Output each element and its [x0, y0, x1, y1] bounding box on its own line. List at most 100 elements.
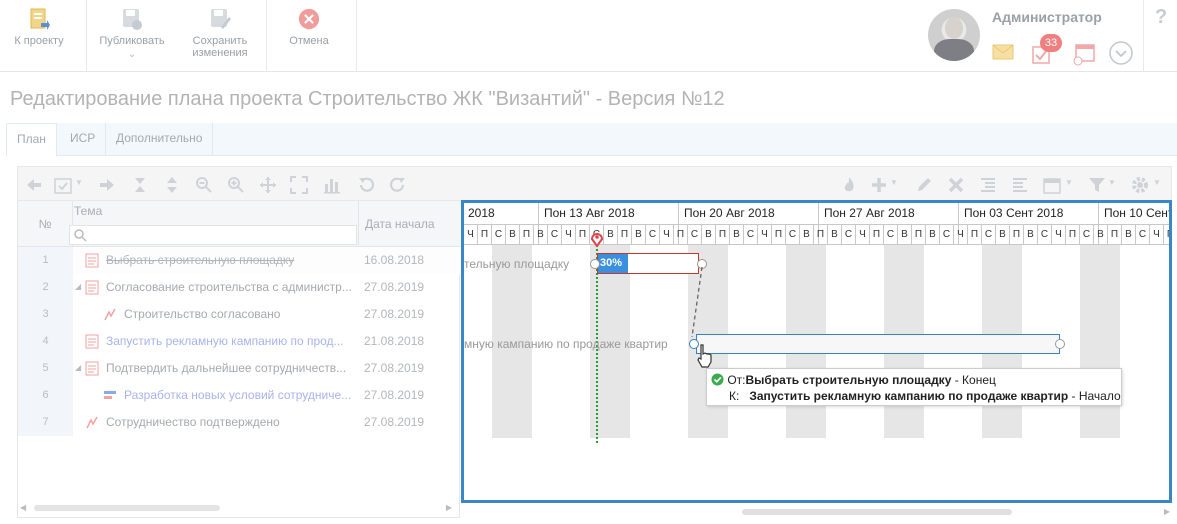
publish-button[interactable]: Публиковать ⌄: [92, 0, 172, 72]
day-header-cell: В: [926, 224, 940, 245]
collapse-icon[interactable]: [131, 176, 149, 194]
row-number: 3: [18, 301, 73, 328]
save-changes-label-2: изменения: [192, 47, 248, 59]
scroll-right-icon[interactable]: ▶: [1164, 507, 1170, 516]
zoom-out-icon[interactable]: [195, 176, 213, 194]
collapse-arrow-icon[interactable]: ◢: [75, 363, 81, 372]
week-header-label: Пон 10 Сент: [1104, 206, 1172, 220]
task-name[interactable]: Согласование строительства с администр..…: [106, 274, 356, 301]
task-name[interactable]: Разработка новых условий сотрудниче...: [124, 382, 356, 409]
task-name[interactable]: Сотрудничество подтверждено: [106, 409, 356, 436]
column-start-date-header[interactable]: Дата начала: [358, 201, 461, 247]
day-header-cell: П: [1010, 224, 1024, 245]
expand-icon[interactable]: [163, 176, 181, 194]
calendar-check-icon[interactable]: [54, 176, 72, 194]
save-changes-label-1: Сохранить: [192, 35, 248, 47]
topic-search-input[interactable]: [69, 225, 357, 245]
dropdown-arrow-icon[interactable]: ▼: [890, 178, 898, 187]
undo-icon[interactable]: [357, 176, 375, 194]
table-row[interactable]: 4 Запустить рекламную кампанию по прод..…: [18, 328, 461, 355]
summary-task-icon: [85, 280, 99, 295]
day-header-cell: В: [996, 224, 1010, 245]
row-number: 7: [18, 409, 73, 436]
arrow-left-icon[interactable]: [25, 176, 43, 194]
table-row[interactable]: 3 Строительство согласовано 27.08.2019: [18, 301, 461, 328]
link-handle-start[interactable]: [590, 259, 600, 269]
zoom-in-icon[interactable]: [227, 176, 245, 194]
outdent-icon[interactable]: [1011, 176, 1029, 194]
day-header-cell: Ч: [562, 224, 576, 245]
day-header-cell: В: [1094, 224, 1108, 245]
collapse-arrow-icon[interactable]: ◢: [75, 282, 81, 291]
tab-isr[interactable]: ИСР: [60, 123, 107, 156]
notification-badge: 33: [1040, 34, 1062, 52]
toolbar-divider: [1143, 0, 1144, 72]
table-row[interactable]: 6 Разработка новых условий сотрудниче...…: [18, 382, 461, 409]
grid-horizontal-scrollbar[interactable]: ◀ ▶: [20, 503, 452, 513]
mail-icon[interactable]: [992, 44, 1014, 60]
cancel-button[interactable]: Отмена: [276, 0, 342, 72]
save-changes-button[interactable]: Сохранить изменения: [180, 0, 260, 72]
fit-screen-icon[interactable]: [290, 176, 308, 194]
avatar[interactable]: [928, 9, 980, 61]
search-icon: [74, 229, 87, 242]
tab-plan[interactable]: План: [6, 123, 57, 157]
task-bar-2[interactable]: [696, 334, 1060, 354]
table-row[interactable]: 5 ◢ Подтвердить дальнейшее сотрудничеств…: [18, 355, 461, 382]
gear-icon[interactable]: [1131, 176, 1149, 194]
to-project-button[interactable]: К проекту: [6, 0, 72, 72]
day-header-cell: С: [688, 224, 702, 245]
table-row[interactable]: 1 Выбрать строительную площадку 16.08.20…: [18, 247, 461, 274]
link-handle-end[interactable]: [1055, 339, 1065, 349]
filter-icon[interactable]: [1088, 176, 1106, 194]
day-header-cell: П: [478, 224, 492, 245]
task-grid: № Тема Дата начала 1 Выбрать строительну…: [17, 201, 461, 518]
week-header-label: 2018: [468, 206, 495, 220]
tab-bar: План ИСР Дополнительно: [6, 123, 1177, 157]
gantt-horizontal-scrollbar[interactable]: ▶: [464, 506, 1172, 518]
chevron-down-circle-icon[interactable]: [1108, 40, 1134, 66]
edit-icon[interactable]: [915, 176, 933, 194]
task-name[interactable]: Выбрать строительную площадку: [106, 247, 356, 274]
row-number: 2: [18, 274, 73, 301]
day-header-cell: В: [534, 224, 548, 245]
tooltip-from-suffix: - Конец: [951, 373, 996, 387]
dropdown-arrow-icon[interactable]: ▼: [1065, 178, 1073, 187]
dropdown-arrow-icon[interactable]: ▼: [1108, 178, 1116, 187]
help-icon[interactable]: ?: [1155, 6, 1167, 29]
table-row[interactable]: 7 Сотрудничество подтверждено 27.08.2019: [18, 409, 461, 436]
task-name[interactable]: Строительство согласовано: [124, 301, 356, 328]
scrollbar-thumb[interactable]: [34, 505, 220, 511]
day-header-cell: П: [772, 224, 786, 245]
fire-icon[interactable]: [840, 176, 858, 194]
task-start-date: 21.08.2018: [364, 334, 425, 348]
task-start-date: 27.08.2019: [364, 361, 425, 375]
scrollbar-thumb[interactable]: [742, 509, 1012, 515]
day-header-cell: С: [1136, 224, 1150, 245]
day-header-cell: С: [492, 224, 506, 245]
toolbar-divider: [266, 0, 267, 72]
delete-icon[interactable]: [947, 176, 965, 194]
indent-icon[interactable]: [979, 176, 997, 194]
chart-bars-icon[interactable]: [323, 176, 341, 194]
scroll-right-icon[interactable]: ▶: [446, 503, 452, 512]
day-header-cell: С: [786, 224, 800, 245]
table-row[interactable]: 2 ◢ Согласование строительства с админис…: [18, 274, 461, 301]
dropdown-arrow-icon[interactable]: ▼: [1153, 178, 1161, 187]
column-topic-header[interactable]: Тема: [74, 204, 102, 218]
move-icon[interactable]: [259, 176, 277, 194]
redo-icon[interactable]: [389, 176, 407, 194]
tooltip-from-prefix: От:: [727, 373, 746, 387]
column-number-header[interactable]: №: [18, 201, 73, 247]
dropdown-arrow-icon[interactable]: ▼: [75, 178, 83, 187]
task-name[interactable]: Запустить рекламную кампанию по прод...: [106, 328, 356, 355]
task-name[interactable]: Подтвердить дальнейшее сотрудничеств...: [106, 355, 356, 382]
scroll-left-icon[interactable]: ◀: [20, 503, 26, 512]
calendar-icon[interactable]: [1072, 42, 1096, 66]
calendar-icon[interactable]: [1043, 176, 1061, 194]
tab-additional[interactable]: Дополнительно: [106, 123, 214, 156]
arrow-right-icon[interactable]: [98, 176, 116, 194]
day-header-cell: В: [632, 224, 646, 245]
add-icon[interactable]: [870, 176, 888, 194]
user-name[interactable]: Администратор: [992, 9, 1102, 25]
